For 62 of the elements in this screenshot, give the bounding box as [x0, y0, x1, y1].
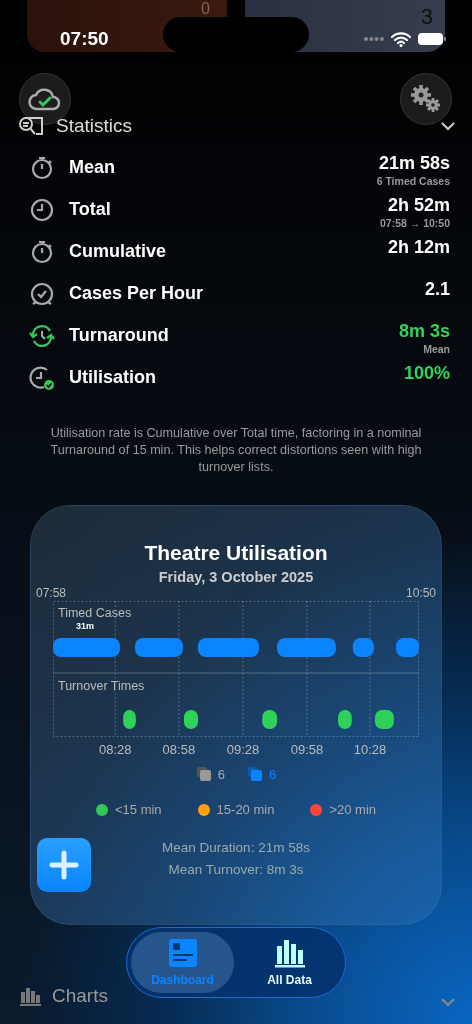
tab[interactable]: All Data	[238, 932, 341, 993]
wifi-icon	[391, 31, 411, 47]
case-count: 6	[217, 766, 225, 782]
add-button[interactable]	[37, 838, 91, 892]
stat-value: 2h 12m	[387, 237, 450, 258]
plus-icon	[49, 850, 79, 880]
settings-button[interactable]	[400, 73, 452, 125]
lane-label: Timed Cases	[58, 606, 132, 620]
all-cases-icon	[195, 766, 212, 782]
stat-label: Turnaround	[69, 325, 170, 346]
stat-caption: 6 Timed Cases	[376, 175, 450, 187]
axis-tick-label: 08:58	[162, 742, 196, 757]
stat-label: Utilisation	[69, 367, 157, 388]
legend-label: <15 min	[114, 802, 162, 817]
case-count: 6	[269, 766, 277, 782]
stopwatch-icon	[29, 239, 55, 265]
card-count: 0	[201, 1, 210, 17]
signal-icon	[363, 36, 385, 42]
stat-value: 2.1	[424, 279, 450, 300]
card-title: Theatre Utilisation	[143, 541, 329, 565]
stopwatch-icon	[29, 155, 55, 181]
stat-caption: 07:58 → 10:50	[379, 217, 450, 229]
start-time: 07:58	[36, 586, 67, 600]
turnaround-icon	[29, 323, 55, 349]
bar-label: 31m	[76, 621, 94, 631]
stat-label: Total	[69, 199, 112, 220]
battery-icon	[417, 31, 447, 47]
clock-icon	[29, 365, 55, 391]
stat-value: 21m 58s	[378, 153, 450, 174]
summary-text: Mean Duration: 21m 58s	[161, 840, 311, 855]
chevron-down-icon[interactable]	[440, 121, 456, 131]
stat-value: 2h 52m	[387, 195, 450, 216]
legend-label: >20 min	[329, 802, 377, 817]
section-title: Charts	[52, 985, 109, 1007]
stat-label: Mean	[69, 157, 116, 178]
bar-chart-icon	[273, 938, 306, 968]
footnote: Utilisation rate is Cumulative over Total time, factoring in a nominal Turnaround of 15 min. This helps correct distortions seen with high turnover lists.	[49, 425, 423, 476]
axis-tick-label: 08:28	[98, 742, 132, 757]
summary-text: Mean Turnover: 8m 3s	[167, 862, 305, 877]
clock-icon	[29, 197, 55, 223]
axis-tick-label: 09:58	[290, 742, 324, 757]
axis-tick-label: 10:28	[353, 742, 387, 757]
magnifier-list-icon	[18, 115, 46, 137]
legend-label: 15-20 min	[216, 802, 275, 817]
card-count: 3	[420, 6, 433, 28]
end-time: 10:50	[405, 586, 436, 600]
lane-label: Turnover Times	[58, 679, 145, 693]
stat-caption: Mean	[423, 343, 450, 355]
dashboard-icon	[167, 938, 198, 968]
axis-tick-label: 09:28	[226, 742, 260, 757]
timed-cases-icon	[247, 766, 263, 782]
card-date: Friday, 3 October 2025	[157, 569, 315, 585]
stat-value: 100%	[403, 363, 450, 384]
section-title: Statistics	[56, 115, 134, 137]
cloud-check-icon	[28, 86, 62, 112]
alarm-clock-icon	[29, 281, 55, 307]
settings-icon	[409, 84, 443, 114]
stat-value: 8m 3s	[398, 321, 450, 342]
bar-chart-icon	[20, 986, 42, 1006]
stat-label: Cases Per Hour	[69, 283, 205, 304]
status-time: 07:50	[60, 28, 109, 50]
stat-label: Cumulative	[69, 241, 168, 262]
